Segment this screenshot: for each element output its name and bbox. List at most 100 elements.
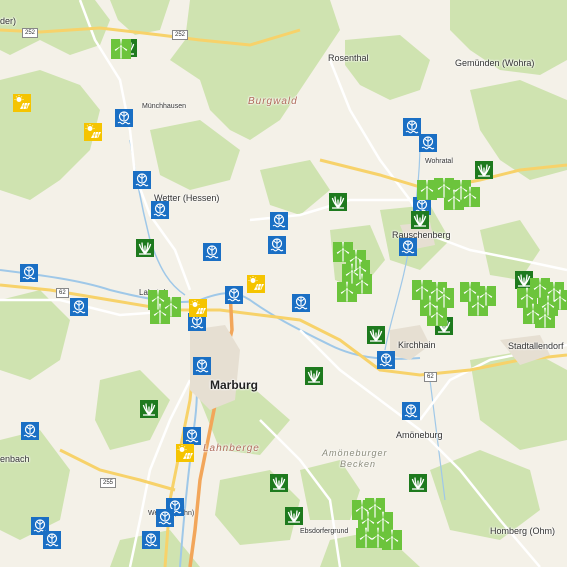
hydro-marker[interactable]	[399, 238, 417, 256]
solar-marker[interactable]	[176, 444, 194, 462]
road-number: 62	[424, 372, 437, 382]
hydro-marker[interactable]	[20, 264, 38, 282]
hydro-marker[interactable]	[402, 402, 420, 420]
hydro-marker[interactable]	[142, 531, 160, 549]
solar-icon	[247, 275, 265, 293]
hydro-icon	[133, 171, 151, 189]
road-number: 255	[100, 478, 117, 488]
road-number: 252	[172, 30, 189, 40]
hydro-marker[interactable]	[133, 171, 151, 189]
place-label: enbach	[0, 454, 30, 464]
hydro-marker[interactable]	[70, 298, 88, 316]
hydro-icon	[292, 294, 310, 312]
wind-turbine-icon	[148, 289, 181, 324]
biomass-icon	[411, 211, 429, 229]
hydro-icon	[225, 286, 243, 304]
biomass-icon	[305, 367, 323, 385]
biomass-icon	[136, 239, 154, 257]
hydro-icon	[142, 531, 160, 549]
biomass-marker[interactable]	[409, 474, 427, 492]
biomass-icon	[270, 474, 288, 492]
wind-turbine-icon	[333, 241, 372, 302]
map-view[interactable]: 252 252 62 62 3 255 der) Rosenthal Gemün…	[0, 0, 567, 567]
hydro-marker[interactable]	[270, 212, 288, 230]
solar-icon	[176, 444, 194, 462]
hydro-icon	[183, 427, 201, 445]
biomass-marker[interactable]	[305, 367, 323, 385]
place-label: Gemünden (Wohra)	[455, 58, 535, 68]
wind-turbine-icon	[111, 38, 131, 59]
hydro-marker[interactable]	[377, 351, 395, 369]
hydro-marker[interactable]	[203, 243, 221, 261]
hydro-icon	[21, 422, 39, 440]
place-label: Kirchhain	[398, 340, 436, 350]
hydro-marker[interactable]	[43, 531, 61, 549]
place-label-city: Marburg	[210, 378, 258, 392]
place-label: der)	[0, 16, 17, 26]
hydro-icon	[268, 236, 286, 254]
solar-marker[interactable]	[189, 299, 207, 317]
hydro-icon	[402, 402, 420, 420]
hydro-icon	[193, 357, 211, 375]
hydro-marker[interactable]	[183, 427, 201, 445]
hydro-icon	[20, 264, 38, 282]
hydro-marker[interactable]	[151, 201, 169, 219]
solar-icon	[189, 299, 207, 317]
biomass-marker[interactable]	[329, 193, 347, 211]
biomass-marker[interactable]	[285, 507, 303, 525]
hydro-icon	[419, 134, 437, 152]
wind-farm-marker[interactable]	[352, 497, 402, 550]
hydro-marker[interactable]	[268, 236, 286, 254]
hydro-icon	[43, 531, 61, 549]
biomass-marker[interactable]	[475, 161, 493, 179]
wind-farm-marker[interactable]	[148, 289, 181, 324]
hydro-marker[interactable]	[115, 109, 133, 127]
hydro-icon	[377, 351, 395, 369]
hydro-marker[interactable]	[419, 134, 437, 152]
wind-farm-marker[interactable]	[333, 241, 372, 302]
hydro-icon	[70, 298, 88, 316]
wind-farm-marker[interactable]	[460, 281, 496, 316]
place-label: Homberg (Ohm)	[490, 526, 556, 536]
biomass-marker[interactable]	[140, 400, 158, 418]
wind-turbine-icon	[412, 279, 454, 326]
hydro-marker[interactable]	[156, 509, 174, 527]
solar-icon	[13, 94, 31, 112]
wind-farm-marker[interactable]	[111, 38, 131, 59]
hydro-marker[interactable]	[21, 422, 39, 440]
hydro-marker[interactable]	[292, 294, 310, 312]
hydro-icon	[151, 201, 169, 219]
road-number: 252	[22, 28, 39, 38]
biomass-icon	[367, 326, 385, 344]
biomass-marker[interactable]	[411, 211, 429, 229]
hydro-marker[interactable]	[193, 357, 211, 375]
place-label: Rosenthal	[328, 53, 369, 63]
place-label: Amöneburg	[396, 430, 443, 440]
solar-marker[interactable]	[84, 123, 102, 141]
biomass-icon	[409, 474, 427, 492]
solar-marker[interactable]	[247, 275, 265, 293]
biomass-marker[interactable]	[136, 239, 154, 257]
wind-turbine-icon	[517, 277, 567, 328]
biomass-icon	[285, 507, 303, 525]
wind-farm-marker[interactable]	[412, 279, 454, 326]
place-label: Münchhausen	[142, 103, 186, 110]
region-label: Becken	[340, 459, 377, 469]
biomass-icon	[329, 193, 347, 211]
wind-turbine-icon	[460, 281, 496, 316]
wind-farm-marker[interactable]	[517, 277, 567, 328]
biomass-marker[interactable]	[270, 474, 288, 492]
hydro-icon	[115, 109, 133, 127]
biomass-icon	[140, 400, 158, 418]
wind-farm-marker[interactable]	[417, 177, 480, 210]
place-label: Ebsdorfergrund	[300, 528, 349, 535]
region-label: Lahnberge	[203, 443, 260, 454]
hydro-icon	[156, 509, 174, 527]
biomass-marker[interactable]	[367, 326, 385, 344]
solar-marker[interactable]	[13, 94, 31, 112]
hydro-marker[interactable]	[225, 286, 243, 304]
hydro-icon	[203, 243, 221, 261]
region-label: Amöneburger	[322, 448, 388, 458]
hydro-icon	[399, 238, 417, 256]
wind-turbine-icon	[352, 497, 402, 550]
